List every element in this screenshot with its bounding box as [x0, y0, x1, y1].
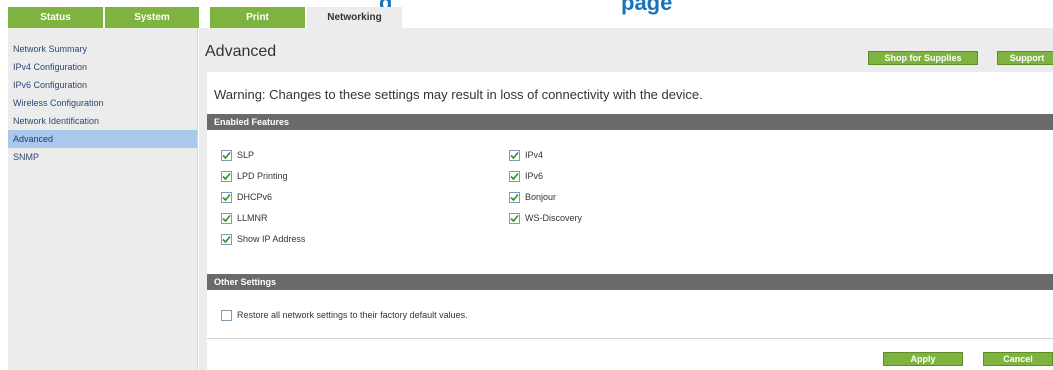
- restore-defaults-row: Restore all network settings to their fa…: [221, 308, 468, 322]
- content-area: Warning: Changes to these settings may r…: [207, 72, 1053, 370]
- tab-system[interactable]: System: [105, 7, 199, 28]
- apply-button[interactable]: Apply: [883, 352, 963, 366]
- ws-discovery-checkbox[interactable]: [509, 212, 520, 224]
- main-tabs: Status System Print Networking: [8, 7, 404, 28]
- feature-ws-discovery: WS-Discovery: [509, 211, 582, 225]
- restore-defaults-label: Restore all network settings to their fa…: [237, 310, 468, 320]
- feature-dhcpv6: DHCPv6: [221, 190, 272, 204]
- show-ip-address-label: Show IP Address: [237, 234, 306, 244]
- lpd-printing-label: LPD Printing: [237, 171, 288, 181]
- llmnr-label: LLMNR: [237, 213, 268, 223]
- other-settings-header: Other Settings: [207, 274, 1053, 290]
- llmnr-checkbox[interactable]: [221, 212, 232, 224]
- show-ip-address-checkbox[interactable]: [221, 233, 232, 245]
- tab-networking[interactable]: Networking: [307, 7, 402, 28]
- feature-slp: SLP: [221, 148, 254, 162]
- bonjour-label: Bonjour: [525, 192, 557, 202]
- dhcpv6-label: DHCPv6: [237, 192, 273, 202]
- sidebar-nav: Network Summary IPv4 Configuration IPv6 …: [8, 28, 197, 166]
- sidebar-item-advanced[interactable]: Advanced: [8, 130, 197, 148]
- lpd-printing-checkbox[interactable]: [221, 170, 232, 182]
- top-strip: g page Status System Print Networking: [0, 0, 1053, 28]
- header-title-fragment-right: page: [621, 0, 673, 15]
- main-panel: Advanced Shop for Supplies Support Warni…: [199, 28, 1053, 370]
- enabled-features-header: Enabled Features: [207, 114, 1053, 130]
- support-button[interactable]: Support: [997, 51, 1053, 65]
- sidebar: Network Summary IPv4 Configuration IPv6 …: [8, 28, 198, 370]
- dhcpv6-checkbox[interactable]: [221, 191, 232, 203]
- shop-for-supplies-button[interactable]: Shop for Supplies: [868, 51, 978, 65]
- slp-label: SLP: [237, 150, 255, 160]
- divider: [207, 338, 1053, 339]
- sidebar-item-network-summary[interactable]: Network Summary: [8, 40, 197, 58]
- restore-defaults-checkbox[interactable]: [221, 309, 232, 321]
- feature-lpd-printing: LPD Printing: [221, 169, 288, 183]
- feature-llmnr: LLMNR: [221, 211, 268, 225]
- cancel-button[interactable]: Cancel: [983, 352, 1053, 366]
- feature-ipv6: IPv6: [509, 169, 543, 183]
- page-title: Advanced: [205, 43, 277, 60]
- sidebar-item-ipv4-configuration[interactable]: IPv4 Configuration: [8, 58, 197, 76]
- slp-checkbox[interactable]: [221, 149, 232, 161]
- feature-show-ip-address: Show IP Address: [221, 232, 305, 246]
- tab-print[interactable]: Print: [210, 7, 305, 28]
- warning-text: Warning: Changes to these settings may r…: [214, 87, 703, 102]
- bonjour-checkbox[interactable]: [509, 191, 520, 203]
- sidebar-item-ipv6-configuration[interactable]: IPv6 Configuration: [8, 76, 197, 94]
- ipv6-label: IPv6: [525, 171, 544, 181]
- tab-status[interactable]: Status: [8, 7, 103, 28]
- ipv4-checkbox[interactable]: [509, 149, 520, 161]
- sidebar-item-wireless-configuration[interactable]: Wireless Configuration: [8, 94, 197, 112]
- sidebar-item-snmp[interactable]: SNMP: [8, 148, 197, 166]
- ws-discovery-label: WS-Discovery: [525, 213, 583, 223]
- ipv6-checkbox[interactable]: [509, 170, 520, 182]
- feature-bonjour: Bonjour: [509, 190, 556, 204]
- sidebar-item-network-identification[interactable]: Network Identification: [8, 112, 197, 130]
- feature-ipv4: IPv4: [509, 148, 543, 162]
- ipv4-label: IPv4: [525, 150, 544, 160]
